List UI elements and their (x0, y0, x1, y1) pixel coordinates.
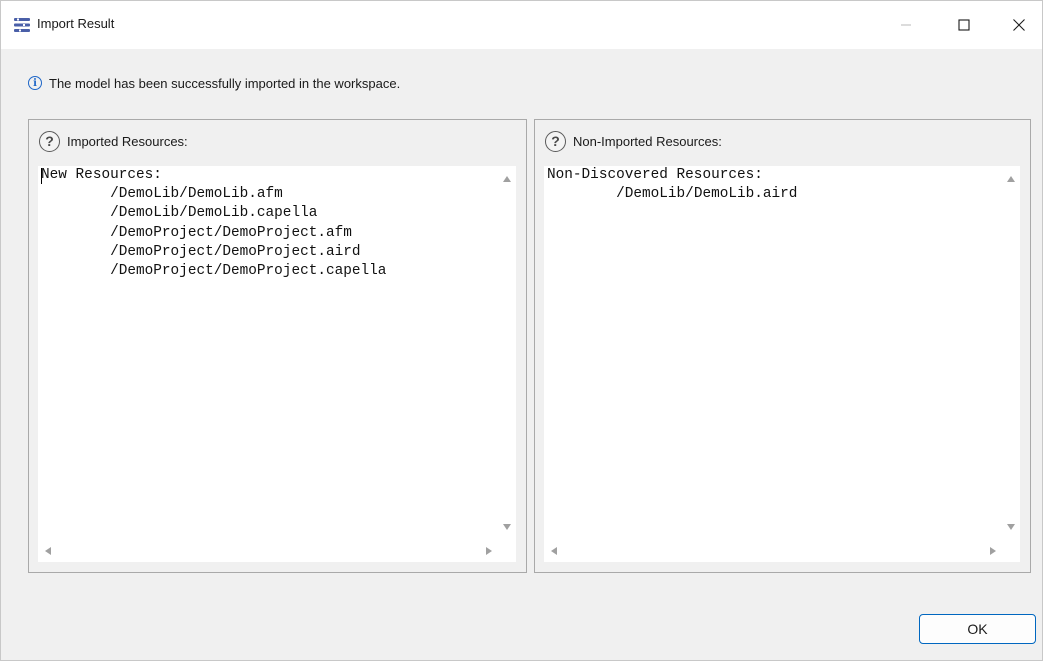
ok-button[interactable]: OK (919, 614, 1036, 644)
imported-resources-text-area[interactable]: New Resources: /DemoLib/DemoLib.afm /Dem… (38, 166, 516, 562)
minimize-button[interactable] (883, 1, 929, 49)
scroll-left-icon[interactable] (45, 547, 51, 555)
scroll-left-icon[interactable] (551, 547, 557, 555)
maximize-icon (958, 19, 970, 31)
non-imported-resources-group: ? Non-Imported Resources: Non-Discovered… (534, 119, 1031, 573)
scroll-up-icon[interactable] (1007, 176, 1015, 182)
imported-resources-title: Imported Resources: (67, 133, 188, 149)
info-message: i The model has been successfully import… (28, 74, 400, 92)
scroll-up-icon[interactable] (503, 176, 511, 182)
vertical-scrollbar[interactable] (1002, 166, 1020, 540)
minimize-icon (901, 24, 911, 26)
vertical-scrollbar[interactable] (498, 166, 516, 540)
imported-resources-header: ? Imported Resources: (39, 129, 188, 153)
non-imported-resources-text-area[interactable]: Non-Discovered Resources: /DemoLib/DemoL… (544, 166, 1020, 562)
scroll-down-icon[interactable] (1007, 524, 1015, 530)
help-icon: ? (39, 130, 60, 152)
app-icon (14, 18, 30, 32)
imported-resources-text: New Resources: /DemoLib/DemoLib.afm /Dem… (41, 167, 387, 280)
non-imported-resources-text: Non-Discovered Resources: /DemoLib/DemoL… (547, 167, 798, 203)
imported-resources-group: ? Imported Resources: New Resources: /De… (28, 119, 527, 573)
help-icon: ? (545, 130, 566, 152)
scroll-down-icon[interactable] (503, 524, 511, 530)
info-text: The model has been successfully imported… (49, 75, 401, 91)
scroll-right-icon[interactable] (486, 547, 492, 555)
window-title: Import Result (37, 16, 115, 31)
scroll-right-icon[interactable] (990, 547, 996, 555)
import-result-dialog: Import Result i The model has been succe… (0, 0, 1043, 661)
close-button[interactable] (996, 1, 1042, 49)
text-cursor (41, 168, 42, 184)
info-icon: i (28, 76, 42, 90)
horizontal-scrollbar[interactable] (544, 540, 1002, 562)
non-imported-resources-header: ? Non-Imported Resources: (545, 129, 722, 153)
close-icon (1013, 19, 1025, 31)
non-imported-resources-title: Non-Imported Resources: (573, 133, 722, 149)
maximize-button[interactable] (941, 1, 987, 49)
horizontal-scrollbar[interactable] (38, 540, 498, 562)
title-bar[interactable]: Import Result (1, 1, 1042, 49)
